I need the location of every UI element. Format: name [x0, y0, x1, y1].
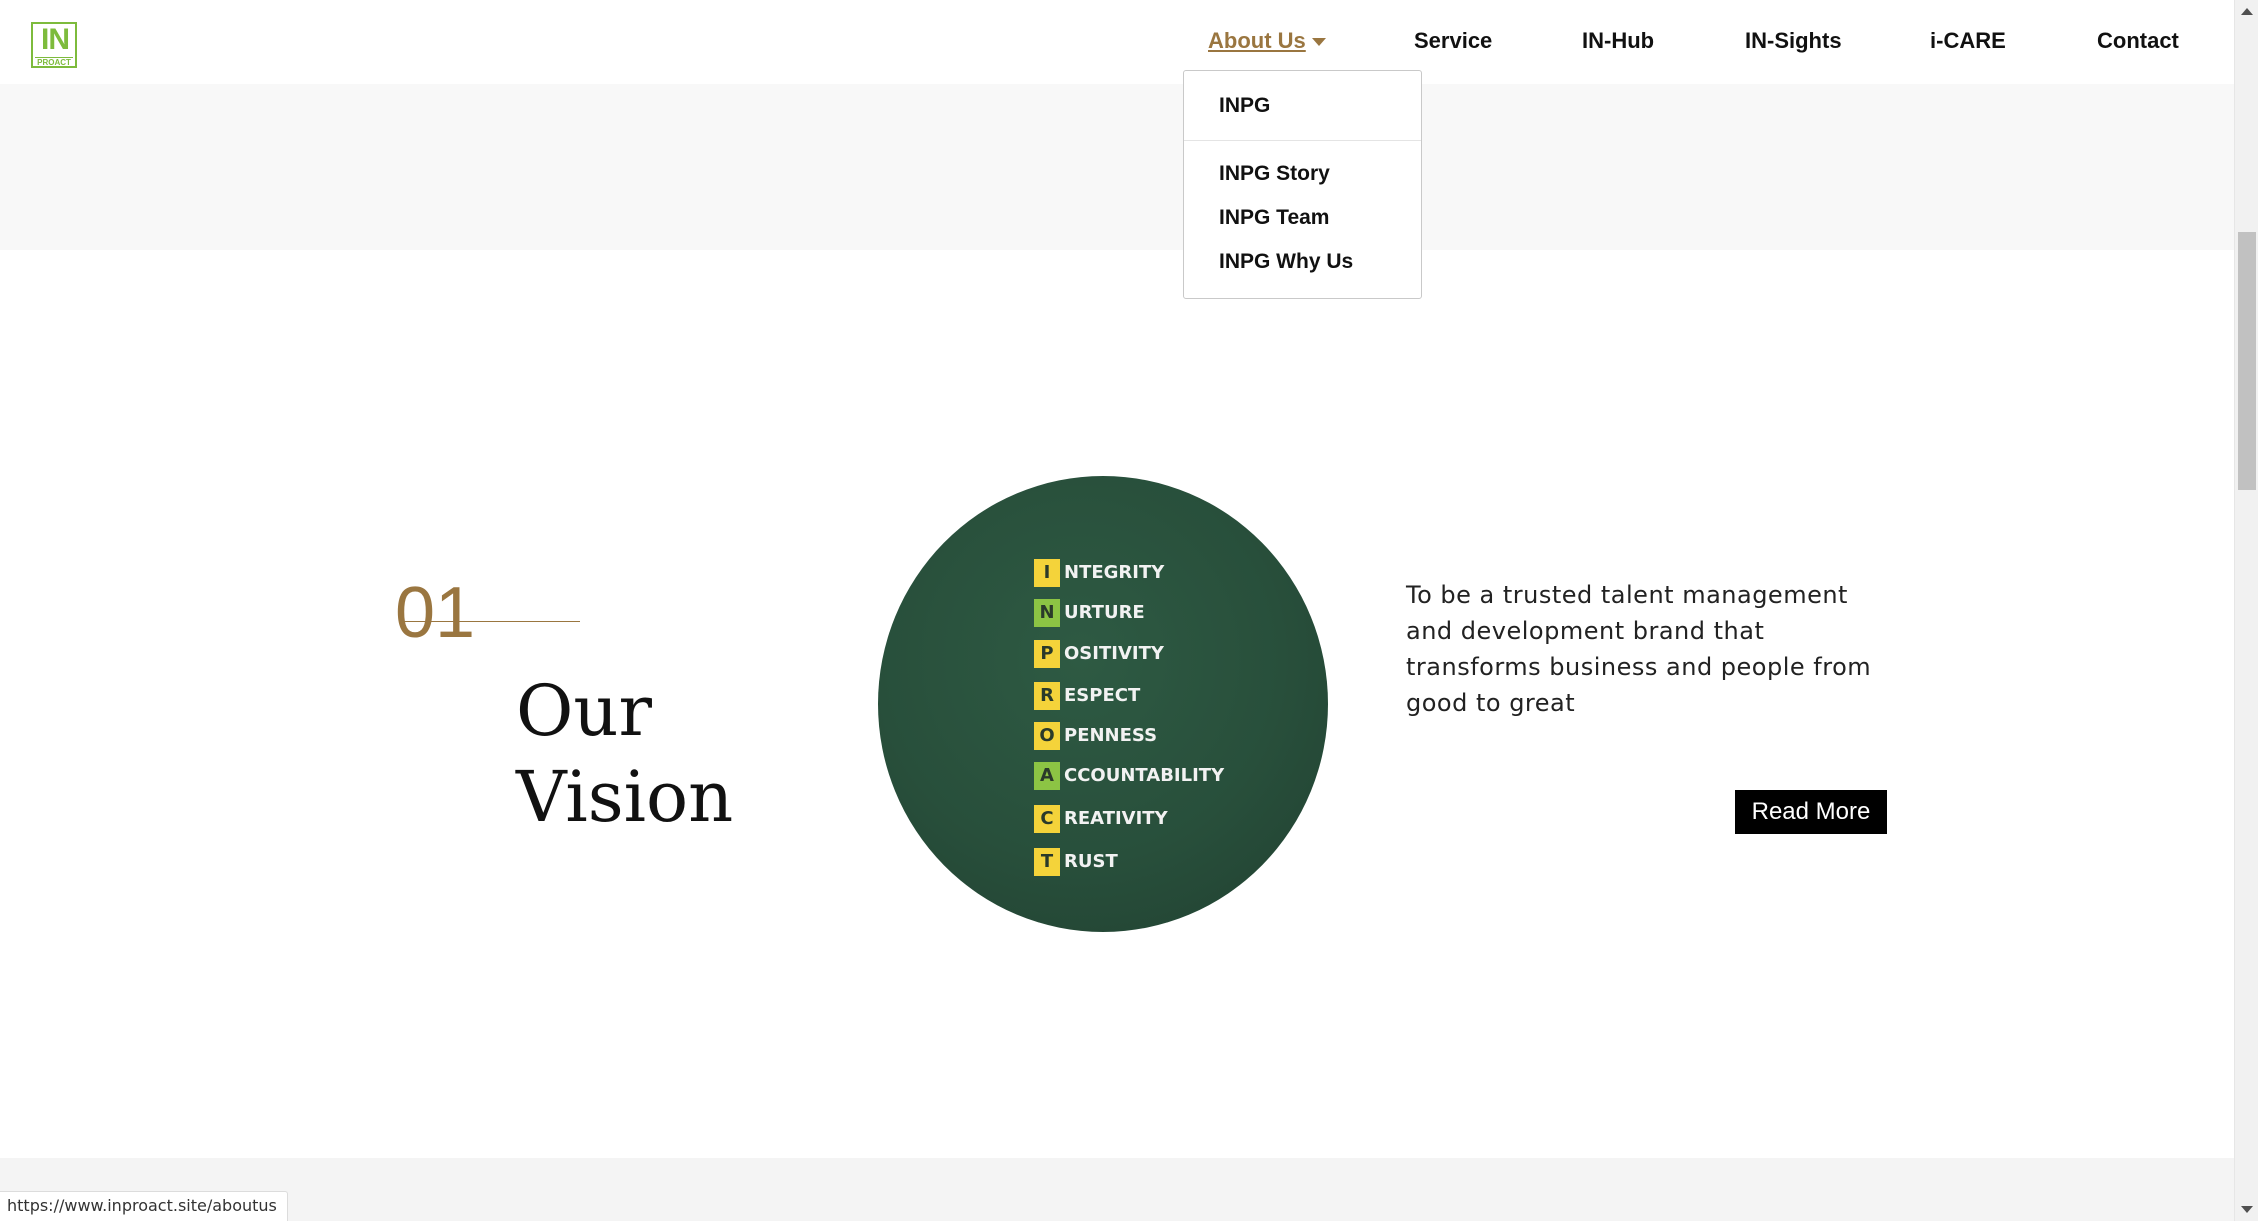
- read-more-button[interactable]: Read More: [1735, 790, 1887, 834]
- chevron-down-icon: [1311, 38, 1326, 47]
- scrollbar-thumb[interactable]: [2238, 232, 2256, 490]
- value-initial-letter: R: [1034, 682, 1060, 710]
- page-scrollbar[interactable]: [2234, 0, 2258, 1221]
- value-word-rest: REATIVITY: [1064, 808, 1168, 829]
- nav-i-care[interactable]: i-CARE: [1930, 26, 2006, 56]
- dropdown-divider: [1184, 140, 1421, 141]
- logo-wordmark: PROACT: [35, 57, 73, 67]
- values-chalkboard-image: I NTEGRITY N URTURE P OSITIVITY R ESPECT O PENNES…: [878, 476, 1328, 932]
- value-row: T RUST: [1034, 848, 1118, 876]
- dropdown-item-inpg-story[interactable]: INPG Story: [1219, 159, 1330, 189]
- scroll-down-arrow-icon[interactable]: [2241, 1206, 2253, 1213]
- status-bar-url: https://www.inproact.site/aboutus: [0, 1191, 288, 1221]
- nav-contact[interactable]: Contact: [2097, 26, 2179, 56]
- dropdown-item-inpg[interactable]: INPG: [1219, 91, 1270, 121]
- nav-about-us-label: About Us: [1208, 28, 1306, 53]
- value-initial-letter: N: [1034, 599, 1060, 627]
- value-initial-letter: P: [1034, 640, 1060, 668]
- section-number: 01: [395, 573, 476, 653]
- value-word-rest: PENNESS: [1064, 725, 1158, 746]
- value-initial-letter: A: [1034, 762, 1060, 790]
- value-word-rest: NTEGRITY: [1064, 562, 1165, 583]
- vision-title-line-1: Our: [516, 670, 652, 752]
- value-word-rest: RUST: [1064, 851, 1118, 872]
- about-us-dropdown: INPG INPG Story INPG Team INPG Why Us: [1183, 70, 1422, 299]
- vision-title-line-2: Vision: [516, 756, 734, 838]
- scroll-up-arrow-icon[interactable]: [2241, 8, 2253, 15]
- value-row: O PENNESS: [1034, 722, 1157, 750]
- value-row: I NTEGRITY: [1034, 559, 1164, 587]
- value-initial-letter: T: [1034, 848, 1060, 876]
- logo-mark: IN: [41, 23, 70, 56]
- nav-about-us[interactable]: About Us: [1208, 26, 1326, 56]
- value-initial-letter: O: [1034, 722, 1060, 750]
- site-header: IN PROACT About Us Service IN-Hub IN-Sig…: [0, 0, 2234, 84]
- vision-statement: To be a trusted talent management and de…: [1406, 581, 1872, 717]
- value-initial-letter: C: [1034, 805, 1060, 833]
- value-word-rest: ESPECT: [1064, 685, 1141, 706]
- value-word-rest: OSITIVITY: [1064, 643, 1164, 664]
- section-number-line: [402, 621, 580, 622]
- value-row: N URTURE: [1034, 599, 1145, 627]
- value-row: P OSITIVITY: [1034, 640, 1164, 668]
- value-word-rest: URTURE: [1064, 602, 1145, 623]
- inproact-logo[interactable]: IN PROACT: [31, 22, 77, 68]
- value-word-rest: CCOUNTABILITY: [1064, 765, 1225, 786]
- header-band: [0, 84, 2234, 250]
- value-row: R ESPECT: [1034, 682, 1140, 710]
- dropdown-item-inpg-team[interactable]: INPG Team: [1219, 203, 1329, 233]
- value-initial-letter: I: [1034, 559, 1060, 587]
- page: IN PROACT About Us Service IN-Hub IN-Sig…: [0, 0, 2258, 1221]
- value-row: A CCOUNTABILITY: [1034, 762, 1224, 790]
- nav-in-hub[interactable]: IN-Hub: [1582, 26, 1654, 56]
- next-section-band: [0, 1158, 2234, 1221]
- nav-in-sights[interactable]: IN-Sights: [1745, 26, 1842, 56]
- nav-service[interactable]: Service: [1414, 26, 1492, 56]
- dropdown-item-inpg-why-us[interactable]: INPG Why Us: [1219, 247, 1353, 277]
- value-row: C REATIVITY: [1034, 805, 1168, 833]
